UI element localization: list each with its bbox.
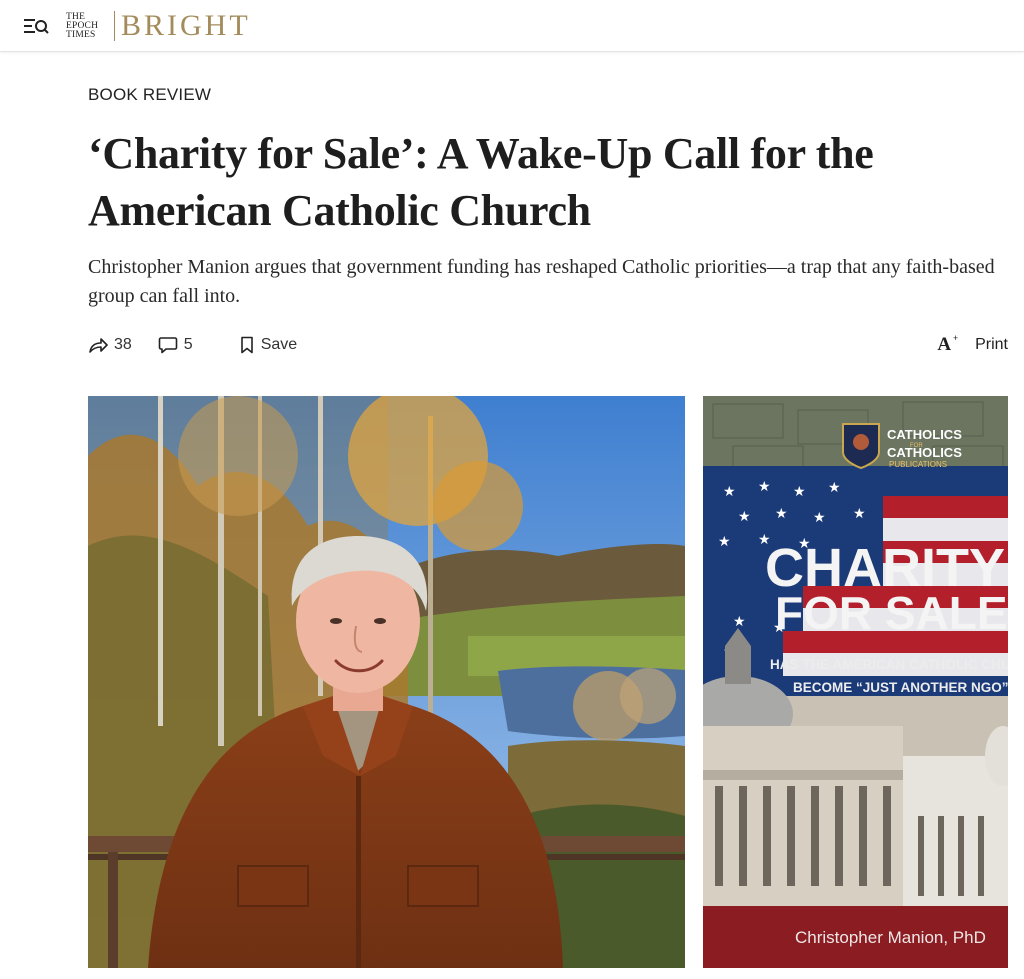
logo-epoch-times: THE EPOCH TIMES <box>66 12 110 40</box>
svg-text:★: ★ <box>723 484 736 500</box>
svg-text:★: ★ <box>793 484 806 500</box>
share-button[interactable]: 38 <box>88 336 132 354</box>
site-logo[interactable]: THE EPOCH TIMES BRIGHT <box>66 8 251 44</box>
svg-text:★: ★ <box>853 506 866 522</box>
book-subtitle-line: BECOME “JUST ANOTHER NGO”? <box>793 680 1008 695</box>
comment-button[interactable]: 5 <box>158 336 193 354</box>
font-size-button[interactable]: A + <box>937 333 958 356</box>
share-arrow-icon <box>89 338 108 353</box>
print-button[interactable]: Print <box>975 336 1008 354</box>
menu-search-icon[interactable] <box>22 14 50 38</box>
svg-text:★: ★ <box>775 506 788 522</box>
save-button[interactable]: Save <box>239 336 297 354</box>
publisher-name-line: PUBLICATIONS <box>889 460 947 469</box>
article-headline: ‘Charity for Sale’: A Wake-Up Call for t… <box>88 129 874 235</box>
logo-bright: BRIGHT <box>121 9 251 42</box>
book-title-line: FOR SALE <box>775 587 1008 639</box>
svg-text:★: ★ <box>813 510 826 526</box>
svg-text:★: ★ <box>828 480 841 496</box>
share-count: 38 <box>114 336 132 353</box>
site-header: THE EPOCH TIMES BRIGHT <box>0 0 1024 52</box>
comment-bubble-icon <box>158 337 178 354</box>
svg-text:★: ★ <box>718 534 731 550</box>
author-photo <box>88 396 685 968</box>
font-size-plus-icon: + <box>952 333 959 343</box>
article-category[interactable]: BOOK REVIEW <box>88 85 211 105</box>
font-size-icon: A <box>937 334 952 355</box>
save-label: Save <box>260 336 298 353</box>
article-tools: A + Print <box>937 332 1008 358</box>
publisher-name-line: CATHOLICS <box>887 427 962 442</box>
book-cover: ★★★★ ★★★★ ★★★ ★★★ CATHOLICS FOR CATHOLIC… <box>703 396 1008 968</box>
bookmark-icon <box>240 336 253 354</box>
svg-text:★: ★ <box>758 479 771 495</box>
logo-divider <box>114 11 115 41</box>
book-author: Christopher Manion, PhD <box>795 928 986 947</box>
book-subtitle-line: HAS THE AMERICAN CATHOLIC CHURCH <box>770 657 1008 672</box>
article-subhead: Christopher Manion argues that governmen… <box>88 256 995 307</box>
logo-line: TIMES <box>66 29 96 40</box>
publisher-name-line: CATHOLICS <box>887 445 962 460</box>
article-actions: 38 5 Save <box>88 332 323 358</box>
comment-count: 5 <box>183 336 193 353</box>
svg-text:★: ★ <box>738 509 751 525</box>
svg-text:★: ★ <box>733 614 746 630</box>
